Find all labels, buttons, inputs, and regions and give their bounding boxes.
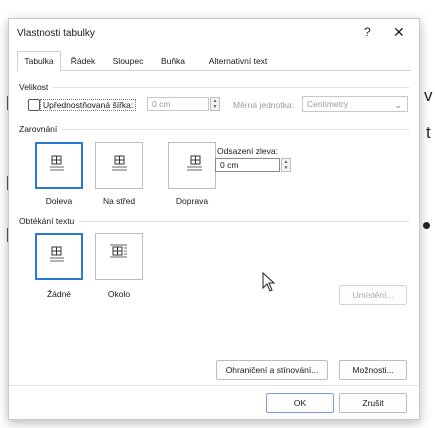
preferred-width-checkbox[interactable] xyxy=(28,99,40,111)
unit-select-value: Centimetry xyxy=(307,99,349,109)
spin-down-icon[interactable]: ▼ xyxy=(282,165,290,171)
dialog-title: Vlastnosti tabulky xyxy=(17,28,95,39)
indent-spinner[interactable]: ▲ ▼ xyxy=(281,158,291,172)
unit-select[interactable]: Centimetry ⌄ xyxy=(302,96,408,112)
align-right-option[interactable] xyxy=(168,142,216,189)
dialog-titlebar[interactable]: Vlastnosti tabulky ? ✕ xyxy=(9,19,419,49)
alignment-separator xyxy=(62,129,409,130)
align-center-icon xyxy=(112,155,127,171)
tab-row-label: Řádek xyxy=(70,56,96,66)
background-glyph-t: t xyxy=(426,123,431,142)
wrap-none-icon xyxy=(50,246,64,262)
borders-shading-button[interactable]: Ohraničení a stínování... xyxy=(216,360,328,380)
tab-table[interactable]: Tabulka xyxy=(17,51,61,72)
background-bullet xyxy=(423,222,430,229)
unit-label: Měrná jednotka: xyxy=(233,100,294,110)
align-right-label[interactable]: Doprava xyxy=(162,196,222,206)
cancel-button[interactable]: Zrušit xyxy=(339,393,407,413)
preferred-width-input[interactable]: 0 cm xyxy=(147,97,209,111)
wrapping-section-label: Obtékání textu xyxy=(19,216,75,226)
ok-button[interactable]: OK xyxy=(266,393,334,413)
wrap-around-icon xyxy=(110,244,127,258)
chevron-down-icon: ⌄ xyxy=(394,100,402,110)
tab-cell-label: Buňka xyxy=(160,56,186,66)
tab-column[interactable]: Sloupec xyxy=(107,52,149,70)
tab-row[interactable]: Řádek xyxy=(65,52,101,70)
tab-alt-text[interactable]: Alternativní text xyxy=(197,52,279,70)
size-separator xyxy=(53,87,409,88)
footer-separator xyxy=(9,385,419,386)
mouse-pointer-icon xyxy=(262,272,276,292)
indent-label: Odsazení zleva: xyxy=(217,146,278,156)
indent-value: 0 cm xyxy=(220,160,239,170)
wrap-none-label[interactable]: Žádné xyxy=(29,289,89,299)
wrap-none-option[interactable] xyxy=(35,233,83,280)
align-center-option[interactable] xyxy=(95,142,143,189)
indent-input[interactable]: 0 cm xyxy=(215,158,280,172)
spin-down-icon[interactable]: ▼ xyxy=(211,104,219,110)
preferred-width-spinner[interactable]: ▲ ▼ xyxy=(210,97,220,111)
align-right-icon xyxy=(187,155,202,171)
options-button[interactable]: Možnosti... xyxy=(339,360,407,380)
preferred-width-value: 0 cm xyxy=(152,99,171,109)
close-button[interactable]: ✕ xyxy=(393,24,405,41)
help-button[interactable]: ? xyxy=(364,25,371,39)
align-left-icon xyxy=(50,155,64,171)
background-glyph-v: v xyxy=(424,86,433,105)
alignment-section-label: Zarovnání xyxy=(19,124,58,134)
align-left-option[interactable] xyxy=(35,142,83,189)
preferred-width-label[interactable]: Upřednostňovaná šířka: xyxy=(40,99,137,111)
wrapping-separator xyxy=(79,221,409,222)
tab-column-label: Sloupec xyxy=(112,56,144,66)
tab-table-label: Tabulka xyxy=(24,56,54,66)
tab-cell[interactable]: Buňka xyxy=(155,52,191,70)
align-left-label[interactable]: Doleva xyxy=(29,196,89,206)
wrap-around-option[interactable] xyxy=(95,233,143,280)
align-center-label[interactable]: Na střed xyxy=(89,196,149,206)
size-section-label: Velikost xyxy=(19,82,49,92)
tab-strip: Tabulka Řádek Sloupec Buňka Alternativní… xyxy=(17,51,411,72)
wrap-around-label[interactable]: Okolo xyxy=(89,289,149,299)
tab-alt-text-label: Alternativní text xyxy=(208,56,268,66)
positioning-button[interactable]: Umístění... xyxy=(339,285,407,305)
table-properties-dialog: Vlastnosti tabulky ? ✕ Tabulka Řádek Slo… xyxy=(8,18,420,420)
